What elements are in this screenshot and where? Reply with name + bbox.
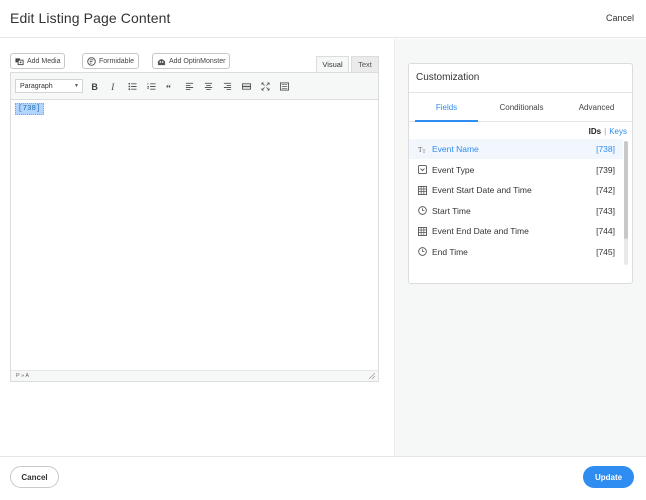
tab-visual[interactable]: Visual	[316, 56, 349, 72]
bullet-list-button[interactable]	[126, 80, 138, 92]
toggle-separator: |	[604, 127, 607, 136]
header-cancel-link[interactable]: Cancel	[606, 13, 634, 23]
svg-text:B: B	[91, 82, 98, 91]
format-select[interactable]: Paragraph ▼	[15, 79, 83, 93]
field-id: [744]	[596, 226, 615, 236]
field-id: [738]	[596, 144, 615, 154]
align-right-icon	[223, 82, 231, 90]
field-name: Event Start Date and Time	[432, 185, 532, 195]
editor-body[interactable]: [738]	[15, 103, 44, 115]
svg-text:I: I	[110, 82, 115, 91]
page-title: Edit Listing Page Content	[10, 10, 171, 26]
resize-handle-icon[interactable]	[369, 373, 375, 379]
customization-tabs: Fields Conditionals Advanced	[409, 92, 632, 122]
optinmonster-icon	[157, 58, 166, 65]
align-center-button[interactable]	[202, 80, 214, 92]
tab-conditionals[interactable]: Conditionals	[484, 93, 559, 121]
customization-panel: Customization Fields Conditionals Advanc…	[408, 63, 633, 284]
field-item[interactable]: TT Event Name [738]	[409, 139, 623, 159]
tab-advanced[interactable]: Advanced	[559, 93, 632, 121]
formidable-button[interactable]: Formidable	[82, 53, 140, 69]
add-optinmonster-label: Add OptinMonster	[169, 57, 226, 65]
svg-text:T: T	[422, 150, 425, 154]
modal-header: Edit Listing Page Content Cancel	[0, 0, 646, 38]
formidable-icon	[87, 56, 96, 66]
text-field-icon: TT	[417, 144, 427, 154]
content-editor: Paragraph ▼ B I “ [738] P » A	[10, 72, 379, 382]
toolbar-toggle-button[interactable]	[278, 80, 290, 92]
cancel-button[interactable]: Cancel	[10, 466, 59, 488]
field-name: Event Name	[432, 144, 479, 154]
toggle-keys[interactable]: Keys	[609, 127, 627, 136]
field-id: [739]	[596, 164, 615, 175]
field-id: [742]	[596, 185, 615, 195]
id-key-toggle: IDs | Keys	[589, 127, 627, 136]
italic-button[interactable]: I	[107, 80, 119, 92]
dropdown-field-icon	[417, 165, 427, 175]
field-item[interactable]: Event End Date and Time [744]	[409, 221, 623, 241]
bold-icon: B	[91, 82, 98, 91]
element-path: P » A	[16, 373, 30, 379]
selected-shortcode[interactable]: [738]	[15, 103, 44, 115]
field-name: Event End Date and Time	[432, 226, 529, 236]
add-media-label: Add Media	[27, 57, 61, 65]
editor-toolbar: Paragraph ▼ B I “	[11, 73, 378, 100]
bold-button[interactable]: B	[88, 80, 100, 92]
align-left-icon	[185, 82, 193, 90]
blockquote-button[interactable]: “	[164, 80, 176, 92]
align-left-button[interactable]	[183, 80, 195, 92]
add-media-icon	[15, 57, 24, 65]
clock-icon	[417, 206, 427, 216]
field-name: End Time	[432, 246, 468, 257]
align-right-button[interactable]	[221, 80, 233, 92]
field-id: [743]	[596, 205, 615, 216]
calendar-icon	[417, 185, 427, 195]
formidable-label: Formidable	[99, 57, 135, 65]
insert-link-icon	[241, 82, 251, 90]
toggle-ids[interactable]: IDs	[589, 127, 601, 136]
toolbar-toggle-icon	[279, 81, 289, 91]
calendar-icon	[417, 226, 427, 236]
add-optinmonster-button[interactable]: Add OptinMonster	[152, 53, 231, 69]
field-list-scrollbar[interactable]	[624, 141, 628, 265]
numbered-list-icon	[146, 82, 156, 90]
tab-fields[interactable]: Fields	[409, 93, 484, 122]
tab-text[interactable]: Text	[351, 56, 379, 72]
field-list: TT Event Name [738] Event Type [739] Eve…	[409, 139, 623, 269]
italic-icon: I	[110, 82, 115, 91]
fullscreen-button[interactable]	[259, 80, 271, 92]
chevron-down-icon: ▼	[74, 83, 79, 89]
add-media-button[interactable]: Add Media	[10, 53, 66, 69]
field-item[interactable]: Start Time [743]	[409, 201, 623, 221]
field-item[interactable]: Event Type [739]	[409, 160, 623, 180]
fullscreen-icon	[260, 81, 270, 91]
scrollbar-thumb[interactable]	[624, 141, 628, 239]
editor-status-bar: P » A	[11, 370, 378, 381]
align-center-icon	[204, 82, 212, 90]
numbered-list-button[interactable]	[145, 80, 157, 92]
blockquote-icon: “	[166, 83, 171, 91]
field-name: Start Time	[432, 205, 471, 216]
svg-text:“: “	[166, 83, 171, 91]
field-name: Event Type	[432, 164, 475, 175]
field-id: [745]	[596, 246, 615, 257]
field-item[interactable]: End Time [745]	[409, 242, 623, 262]
modal-footer: Cancel Update	[0, 456, 646, 500]
update-button[interactable]: Update	[583, 466, 634, 488]
clock-icon	[417, 247, 427, 257]
customization-title: Customization	[416, 72, 480, 83]
format-select-value: Paragraph	[20, 82, 53, 90]
bullet-list-icon	[127, 82, 137, 90]
field-item[interactable]: Event Start Date and Time [742]	[409, 180, 623, 200]
insert-link-button[interactable]	[240, 80, 252, 92]
